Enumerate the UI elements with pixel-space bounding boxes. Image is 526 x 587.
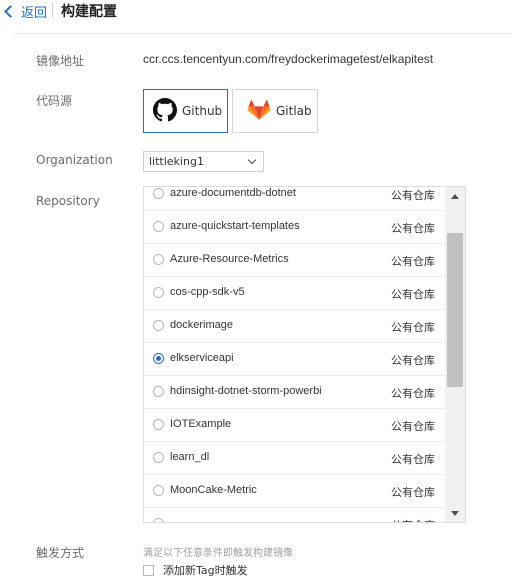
repository-radio[interactable] <box>153 320 164 331</box>
repository-row[interactable]: IOTExample 公有仓库 <box>144 409 446 442</box>
repository-name: learn_dl <box>170 451 210 463</box>
github-source-button[interactable]: Github <box>143 89 228 133</box>
repository-list: azure-documentdb-dotnet 公有仓库 azure-quickst… <box>144 187 446 522</box>
repository-radio[interactable] <box>153 419 164 430</box>
repository-row[interactable]: learn_dl 公有仓库 <box>144 442 446 475</box>
repository-row[interactable]: dockerimage 公有仓库 <box>144 310 446 343</box>
repository-visibility-tag: 公有仓库 <box>391 288 435 301</box>
back-label: 返回 <box>21 6 48 21</box>
repository-visibility-tag: 公有仓库 <box>391 517 435 522</box>
repository-radio[interactable] <box>153 386 164 397</box>
repository-name: azure-quickstart-templates <box>170 220 300 232</box>
top-bar: 返回 构建配置 <box>0 0 526 22</box>
repository-name: Azure-Resource-Metrics <box>170 253 289 265</box>
repository-radio[interactable] <box>153 221 164 232</box>
repository-radio[interactable] <box>153 287 164 298</box>
repository-name: IOTExample <box>170 418 232 430</box>
gitlab-source-button[interactable]: Gitlab <box>232 89 318 133</box>
image-address-value: ccr.ccs.tencentyun.com/freydockerimagete… <box>143 52 434 66</box>
gitlab-label: Gitlab <box>276 104 312 118</box>
repository-radio[interactable] <box>153 188 164 199</box>
chevron-down-icon <box>247 155 257 165</box>
repository-visibility-tag: 公有仓库 <box>391 222 435 235</box>
github-label: Github <box>182 104 223 118</box>
repository-visibility-tag: 公有仓库 <box>391 387 435 400</box>
repository-row[interactable]: azure-documentdb-dotnet 公有仓库 <box>144 187 446 211</box>
repository-name: hdinsight-dotnet-storm-powerbi <box>170 385 322 397</box>
scroll-down-arrow-icon[interactable] <box>445 505 465 522</box>
organization-select[interactable]: littleking1 <box>143 151 264 172</box>
trigger-label: 触发方式 <box>36 546 85 560</box>
scroll-thumb[interactable] <box>447 233 463 387</box>
repository-name: cos-cpp-sdk-v5 <box>170 286 245 298</box>
repository-radio[interactable] <box>153 353 164 364</box>
repository-name: elkserviceapi <box>170 352 234 364</box>
repository-row[interactable]: MoonCake-Metric 公有仓库 <box>144 475 446 508</box>
repository-row[interactable]: cos-cpp-sdk-v5 公有仓库 <box>144 277 446 310</box>
repository-radio[interactable] <box>153 485 164 496</box>
repository-visibility-tag: 公有仓库 <box>391 354 435 367</box>
repository-row[interactable]: 公有仓库 <box>144 508 446 522</box>
gitlab-icon <box>247 99 271 124</box>
organization-label: Organization <box>36 153 113 167</box>
trigger-hint: 满足以下任意条件即触发构建镜像 <box>143 548 293 559</box>
repository-visibility-tag: 公有仓库 <box>391 420 435 433</box>
image-address-label: 镜像地址 <box>36 54 85 68</box>
github-icon <box>153 97 177 125</box>
repository-radio[interactable] <box>153 518 164 522</box>
repository-row[interactable]: azure-quickstart-templates 公有仓库 <box>144 211 446 244</box>
repository-row[interactable]: elkserviceapi 公有仓库 <box>144 343 446 376</box>
repository-label: Repository <box>36 194 100 208</box>
organization-value: littleking1 <box>149 155 204 168</box>
repository-name: MoonCake-Metric <box>170 484 257 496</box>
scroll-up-arrow-icon[interactable] <box>445 187 465 204</box>
chevron-left-icon <box>4 5 17 18</box>
repository-radio[interactable] <box>153 452 164 463</box>
header-divider <box>52 3 53 17</box>
repository-visibility-tag: 公有仓库 <box>391 189 435 202</box>
repository-row[interactable]: hdinsight-dotnet-storm-powerbi 公有仓库 <box>144 376 446 409</box>
page-title: 构建配置 <box>61 4 117 20</box>
tag-trigger-checkbox[interactable] <box>143 564 154 576</box>
repository-visibility-tag: 公有仓库 <box>391 453 435 466</box>
repository-row[interactable]: Azure-Resource-Metrics 公有仓库 <box>144 244 446 277</box>
repository-name: azure-documentdb-dotnet <box>170 187 296 199</box>
repository-name: dockerimage <box>170 319 233 331</box>
tag-trigger-label: 添加新Tag时触发 <box>163 564 248 577</box>
repository-list-box: azure-documentdb-dotnet 公有仓库 azure-quickst… <box>143 186 466 523</box>
repository-scrollbar[interactable] <box>445 187 465 522</box>
repository-visibility-tag: 公有仓库 <box>391 255 435 268</box>
repository-visibility-tag: 公有仓库 <box>391 486 435 499</box>
header-separator <box>14 33 512 34</box>
code-source-label: 代码源 <box>36 94 73 108</box>
tag-trigger-option[interactable]: 添加新Tag时触发 <box>143 562 248 578</box>
repository-visibility-tag: 公有仓库 <box>391 321 435 334</box>
back-button[interactable]: 返回 <box>3 2 47 21</box>
repository-radio[interactable] <box>153 254 164 265</box>
